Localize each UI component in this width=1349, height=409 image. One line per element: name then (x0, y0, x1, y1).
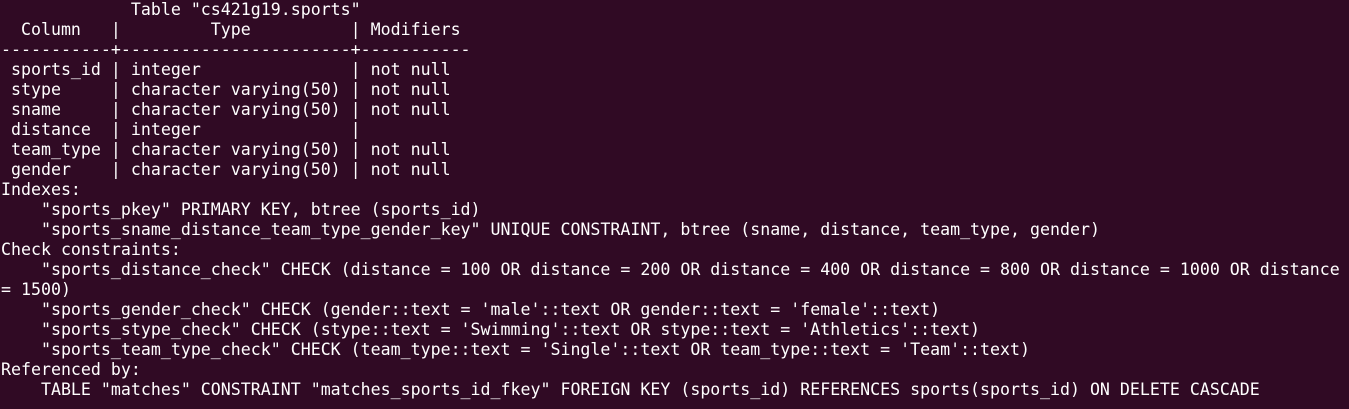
indexes-heading: Indexes: (1, 180, 81, 199)
table-row: sports_id | integer | not null (1, 60, 451, 79)
table-row: distance | integer | (1, 120, 361, 139)
table-row: stype | character varying(50) | not null (1, 80, 451, 99)
table-title: Table "cs421g19.sports" (1, 0, 361, 19)
header-separator: -----------+-----------------------+----… (1, 40, 471, 59)
table-row: sname | character varying(50) | not null (1, 100, 451, 119)
check-line: "sports_stype_check" CHECK (stype::text … (1, 320, 981, 339)
check-line: "sports_distance_check" CHECK (distance … (1, 260, 1340, 279)
reference-line: TABLE "matches" CONSTRAINT "matches_spor… (1, 380, 1260, 399)
check-line: "sports_gender_check" CHECK (gender::tex… (1, 300, 941, 319)
table-row: gender | character varying(50) | not nul… (1, 160, 451, 179)
check-line: = 1500) (1, 280, 71, 299)
references-heading: Referenced by: (1, 360, 141, 379)
checks-heading: Check constraints: (1, 240, 181, 259)
index-line: "sports_pkey" PRIMARY KEY, btree (sports… (1, 200, 481, 219)
index-line: "sports_sname_distance_team_type_gender_… (1, 220, 1100, 239)
column-header-row: Column | Type | Modifiers (1, 20, 461, 39)
terminal-window[interactable]: Table "cs421g19.sports" Column | Type | … (0, 0, 1349, 409)
check-line: "sports_team_type_check" CHECK (team_typ… (1, 340, 1030, 359)
table-row: team_type | character varying(50) | not … (1, 140, 451, 159)
